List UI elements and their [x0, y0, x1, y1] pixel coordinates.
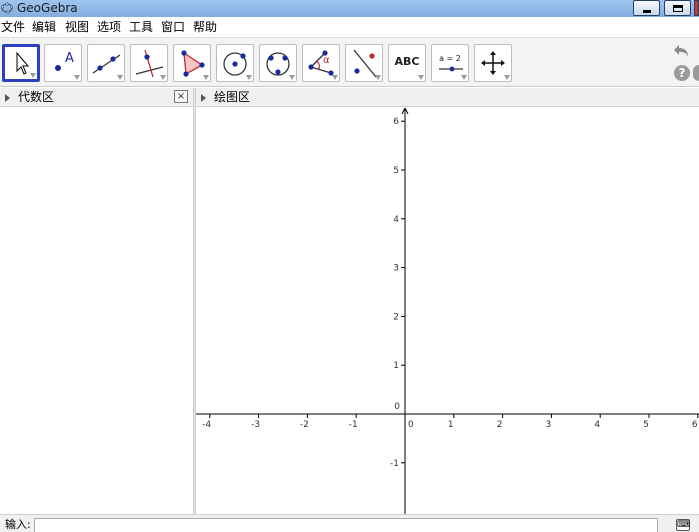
minimize-icon: [643, 10, 651, 13]
algebra-view-header: 代数区 ×: [0, 88, 193, 107]
window-title: GeoGebra: [17, 1, 78, 15]
y-tick-label: 1: [393, 361, 399, 371]
x-tick-label: -4: [202, 420, 211, 430]
point-tool-button[interactable]: A: [44, 44, 82, 82]
toolbar: A α ABC a = 2 ?: [0, 37, 699, 87]
tool-menu-arrow-icon: [289, 75, 295, 80]
x-tick-label: -3: [251, 420, 260, 430]
y-tick-label: 2: [393, 312, 399, 322]
undo-icon[interactable]: [672, 43, 690, 59]
menu-view[interactable]: 视图: [65, 19, 89, 35]
slider-tool-button[interactable]: a = 2: [431, 44, 469, 82]
minimize-button[interactable]: [633, 0, 660, 16]
menu-help[interactable]: 帮助: [193, 19, 217, 35]
x-tick-label: 3: [546, 420, 552, 430]
algebra-close-button[interactable]: ×: [174, 90, 188, 103]
angle-tool-button[interactable]: α: [302, 44, 340, 82]
x-tick-label: 5: [643, 420, 649, 430]
maximize-icon: [673, 5, 683, 12]
y-tick-label: 4: [393, 215, 399, 225]
menu-edit[interactable]: 编辑: [32, 19, 56, 35]
polygon-tool-button[interactable]: [173, 44, 211, 82]
x-tick-label: -2: [300, 420, 309, 430]
tool-menu-arrow-icon: [160, 75, 166, 80]
move-graphics-tool-button[interactable]: [474, 44, 512, 82]
ellipse-tool-button[interactable]: [259, 44, 297, 82]
menu-bar: 文件 编辑 视图 选项 工具 窗口 帮助: [0, 17, 699, 37]
algebra-view[interactable]: [0, 108, 193, 514]
keyboard-icon[interactable]: ⌨: [676, 519, 690, 531]
tool-menu-arrow-icon: [246, 75, 252, 80]
title-bar: GeoGebra: [0, 0, 699, 17]
x-tick-label: 1: [448, 420, 454, 430]
collapse-arrow-icon[interactable]: [5, 94, 10, 102]
x-tick-label: 4: [594, 420, 600, 430]
help-icon[interactable]: ?: [674, 65, 690, 81]
tool-menu-arrow-icon: [117, 75, 123, 80]
y-tick-label: 3: [393, 264, 399, 274]
graphics-view[interactable]: -4 -3 -2 -1 0 1 2 3 4 5 6 6 5 4 3 2 1 0 -1: [196, 108, 699, 514]
x-tick-label: 2: [497, 420, 503, 430]
x-tick-label: 6: [692, 420, 698, 430]
tool-menu-arrow-icon: [74, 75, 80, 80]
reflect-tool-button[interactable]: [345, 44, 383, 82]
geogebra-logo-icon: [1, 2, 13, 14]
line-tool-button[interactable]: [87, 44, 125, 82]
tool-menu-arrow-icon: [504, 75, 510, 80]
tool-menu-arrow-icon: [332, 75, 338, 80]
angle-tool-label: α: [323, 55, 330, 66]
tool-menu-arrow-icon: [461, 75, 467, 80]
input-field[interactable]: [34, 518, 658, 532]
y-tick-label: -1: [390, 459, 399, 469]
tool-menu-arrow-icon: [418, 75, 424, 80]
algebra-view-title: 代数区: [18, 90, 55, 104]
collapse-arrow-icon[interactable]: [201, 94, 206, 102]
move-tool-button[interactable]: [2, 44, 40, 82]
text-tool-button[interactable]: ABC: [388, 44, 426, 82]
graphics-view-title: 绘图区: [214, 90, 251, 104]
coordinate-axes: -4 -3 -2 -1 0 1 2 3 4 5 6 6 5 4 3 2 1 0 -1: [196, 108, 699, 514]
menu-options[interactable]: 选项: [97, 19, 121, 35]
input-label: 输入:: [5, 518, 31, 531]
y-tick-label: 0: [394, 402, 400, 412]
perpendicular-tool-button[interactable]: [130, 44, 168, 82]
x-tick-label: 0: [408, 420, 414, 430]
input-bar: 输入: ⌨: [0, 514, 699, 532]
help-icon-partial: [693, 65, 699, 81]
menu-window[interactable]: 窗口: [161, 19, 185, 35]
tool-menu-arrow-icon: [203, 75, 209, 80]
menu-file[interactable]: 文件: [1, 19, 25, 35]
menu-tools[interactable]: 工具: [129, 19, 153, 35]
circle-tool-button[interactable]: [216, 44, 254, 82]
maximize-button[interactable]: [664, 0, 691, 16]
x-tick-label: -1: [349, 420, 358, 430]
y-tick-label: 6: [393, 117, 399, 127]
graphics-view-header: 绘图区: [196, 88, 699, 107]
tool-menu-arrow-icon: [30, 73, 36, 78]
point-tool-label: A: [65, 51, 74, 66]
tool-menu-arrow-icon: [375, 75, 381, 80]
y-tick-label: 5: [393, 166, 399, 176]
close-button[interactable]: [694, 0, 699, 16]
text-abc-icon: ABC: [394, 55, 420, 68]
redo-icon[interactable]: [692, 43, 699, 59]
